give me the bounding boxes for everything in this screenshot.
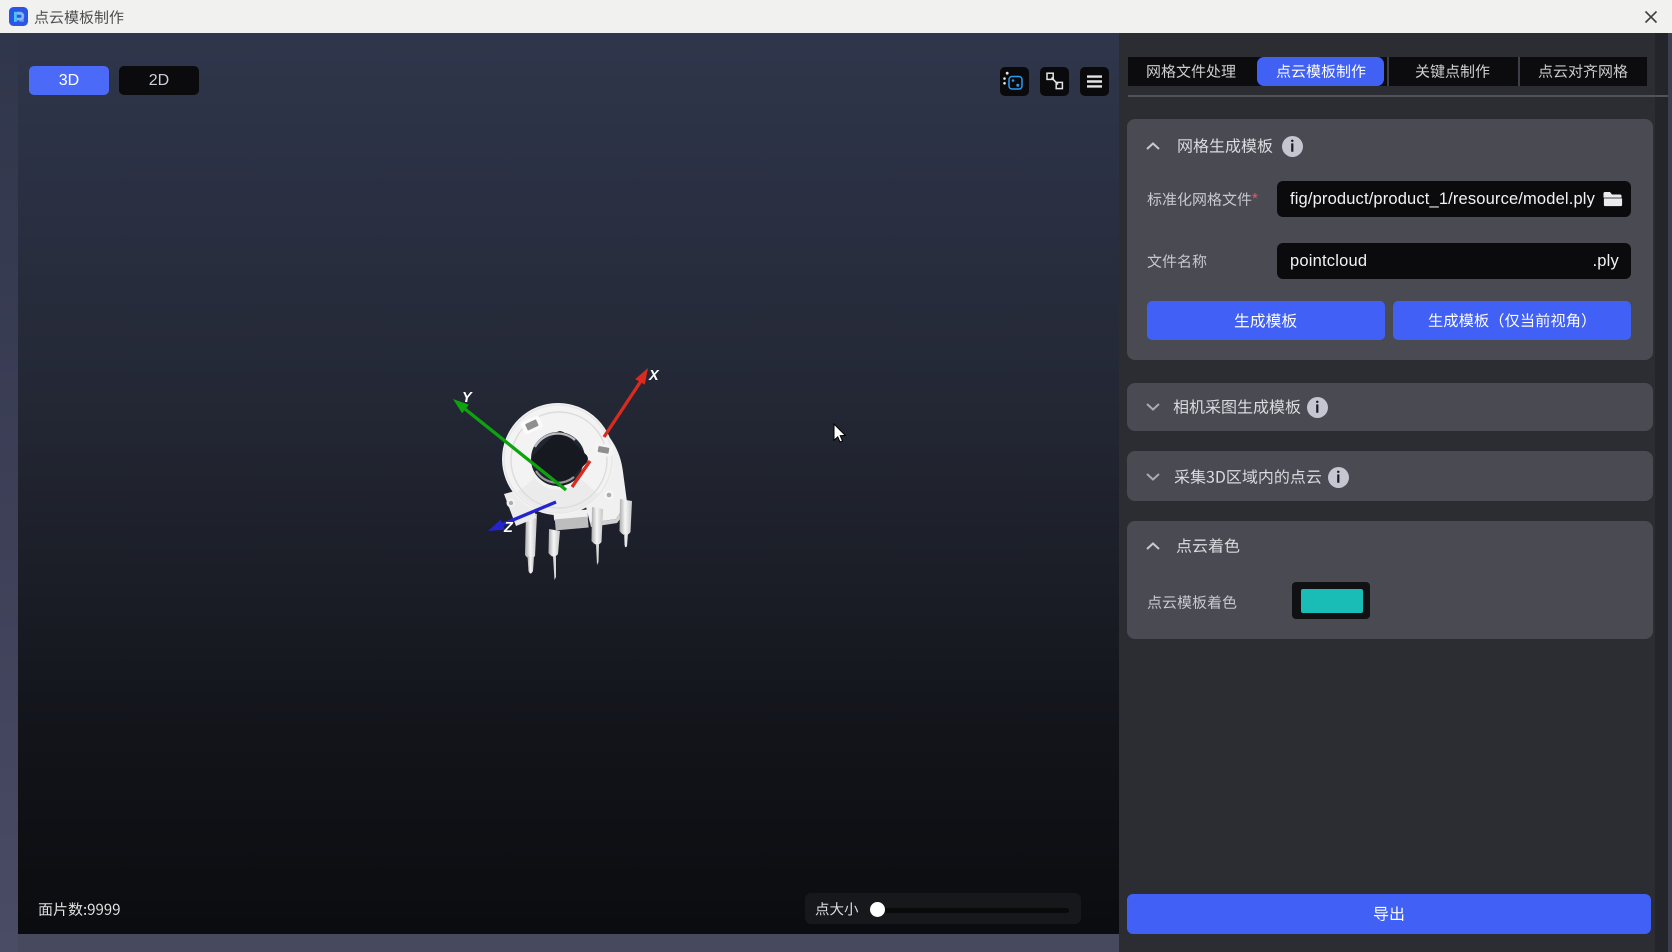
svg-text:Y: Y xyxy=(462,390,473,406)
svg-text:X: X xyxy=(648,368,660,384)
svg-text:Z: Z xyxy=(503,520,514,536)
